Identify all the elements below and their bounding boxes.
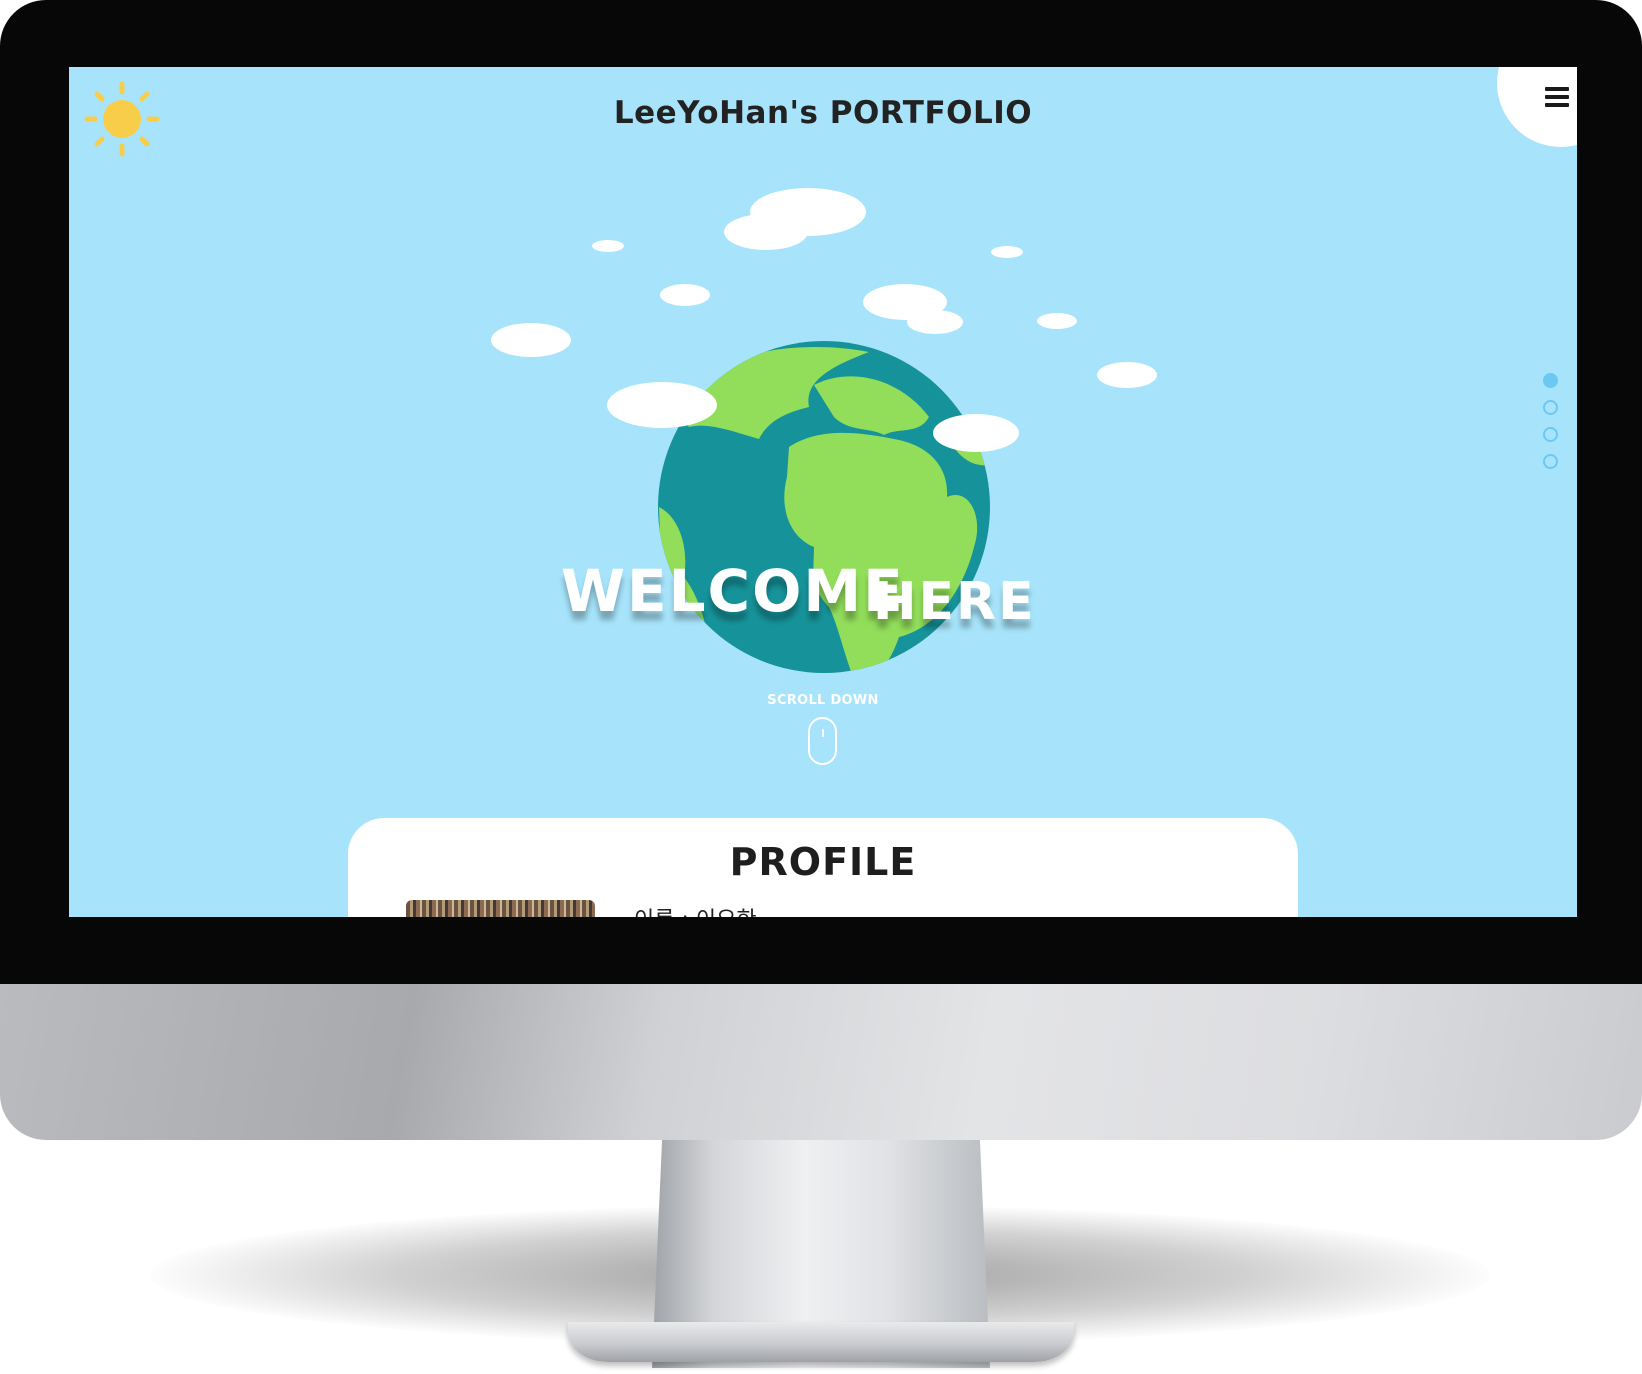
cloud xyxy=(724,214,808,250)
welcome-heading: WELCOME HERE xyxy=(561,557,1036,632)
profile-name-line: 이름 : 이요한 xyxy=(634,902,757,917)
section-dot-2[interactable] xyxy=(1543,400,1558,415)
here-word: HERE xyxy=(873,572,1036,632)
hero-scene xyxy=(491,188,1157,673)
scroll-down-label: SCROLL DOWN xyxy=(767,693,879,708)
section-dot-1[interactable] xyxy=(1543,373,1558,388)
cloud xyxy=(592,240,624,252)
profile-card: PROFILE 이름 : 이요한 xyxy=(348,818,1298,917)
cloud xyxy=(991,246,1023,258)
cloud xyxy=(1037,313,1077,329)
profile-photo xyxy=(406,900,595,917)
section-dot-3[interactable] xyxy=(1543,427,1558,442)
cloud xyxy=(660,284,710,306)
section-nav xyxy=(1543,373,1563,481)
monitor-mockup: LeeYoHan's PORTFOLIO WELCOME HERE SCROLL… xyxy=(0,0,1642,1374)
site-title: LeeYoHan's PORTFOLIO xyxy=(613,95,1033,131)
section-dot-4[interactable] xyxy=(1543,454,1558,469)
mouse-scroll-icon[interactable] xyxy=(808,717,837,765)
cloud xyxy=(933,414,1019,452)
mouse-wheel xyxy=(822,729,824,737)
cloud xyxy=(907,310,963,334)
hamburger-menu-icon[interactable] xyxy=(1545,87,1569,109)
monitor-stand-base xyxy=(568,1322,1074,1362)
website-viewport: LeeYoHan's PORTFOLIO WELCOME HERE SCROLL… xyxy=(69,67,1577,917)
cloud xyxy=(491,323,571,357)
cloud xyxy=(1097,362,1157,388)
monitor-chin xyxy=(0,980,1642,1140)
welcome-word: WELCOME xyxy=(561,557,905,625)
profile-title: PROFILE xyxy=(729,840,917,884)
cloud xyxy=(607,382,717,428)
